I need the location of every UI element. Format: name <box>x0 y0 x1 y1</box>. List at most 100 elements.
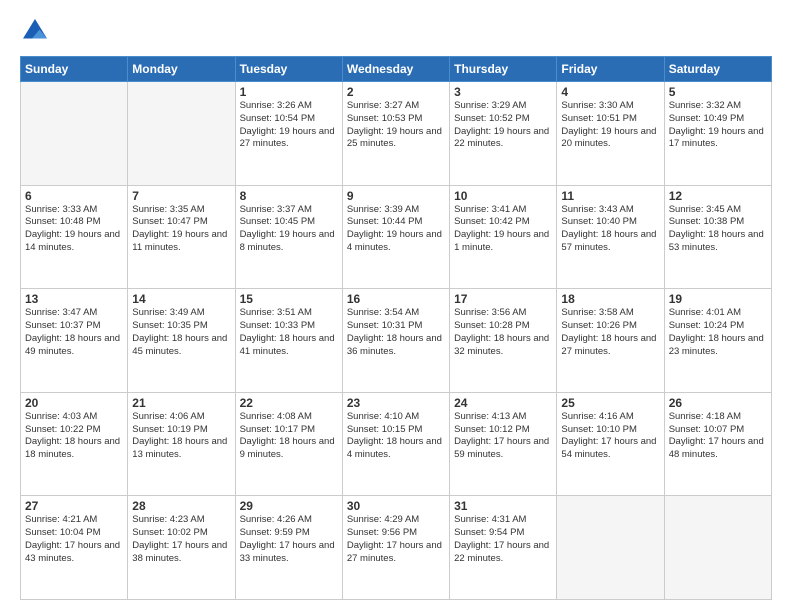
calendar-cell: 26Sunrise: 4:18 AM Sunset: 10:07 PM Dayl… <box>664 392 771 496</box>
day-number: 25 <box>561 396 659 410</box>
day-info: Sunrise: 4:06 AM Sunset: 10:19 PM Daylig… <box>132 411 230 462</box>
weekday-header: Thursday <box>450 57 557 82</box>
day-number: 10 <box>454 189 552 203</box>
day-number: 19 <box>669 292 767 306</box>
calendar-week-row: 6Sunrise: 3:33 AM Sunset: 10:48 PM Dayli… <box>21 185 772 289</box>
calendar-cell: 29Sunrise: 4:26 AM Sunset: 9:59 PM Dayli… <box>235 496 342 600</box>
day-number: 11 <box>561 189 659 203</box>
weekday-header: Saturday <box>664 57 771 82</box>
day-info: Sunrise: 3:56 AM Sunset: 10:28 PM Daylig… <box>454 307 552 358</box>
calendar-cell: 22Sunrise: 4:08 AM Sunset: 10:17 PM Dayl… <box>235 392 342 496</box>
calendar-cell: 30Sunrise: 4:29 AM Sunset: 9:56 PM Dayli… <box>342 496 449 600</box>
day-number: 22 <box>240 396 338 410</box>
calendar-cell: 5Sunrise: 3:32 AM Sunset: 10:49 PM Dayli… <box>664 82 771 186</box>
calendar-cell: 13Sunrise: 3:47 AM Sunset: 10:37 PM Dayl… <box>21 289 128 393</box>
day-number: 2 <box>347 85 445 99</box>
day-info: Sunrise: 4:29 AM Sunset: 9:56 PM Dayligh… <box>347 514 445 565</box>
page: SundayMondayTuesdayWednesdayThursdayFrid… <box>0 0 792 612</box>
day-info: Sunrise: 3:37 AM Sunset: 10:45 PM Daylig… <box>240 204 338 255</box>
day-number: 29 <box>240 499 338 513</box>
calendar-cell: 19Sunrise: 4:01 AM Sunset: 10:24 PM Dayl… <box>664 289 771 393</box>
calendar-cell: 27Sunrise: 4:21 AM Sunset: 10:04 PM Dayl… <box>21 496 128 600</box>
day-info: Sunrise: 3:26 AM Sunset: 10:54 PM Daylig… <box>240 100 338 151</box>
weekday-header: Wednesday <box>342 57 449 82</box>
day-info: Sunrise: 3:27 AM Sunset: 10:53 PM Daylig… <box>347 100 445 151</box>
calendar-cell <box>128 82 235 186</box>
calendar-cell: 17Sunrise: 3:56 AM Sunset: 10:28 PM Dayl… <box>450 289 557 393</box>
day-number: 31 <box>454 499 552 513</box>
calendar-cell: 8Sunrise: 3:37 AM Sunset: 10:45 PM Dayli… <box>235 185 342 289</box>
day-number: 14 <box>132 292 230 306</box>
day-number: 18 <box>561 292 659 306</box>
day-info: Sunrise: 4:31 AM Sunset: 9:54 PM Dayligh… <box>454 514 552 565</box>
calendar-cell: 1Sunrise: 3:26 AM Sunset: 10:54 PM Dayli… <box>235 82 342 186</box>
calendar-cell: 11Sunrise: 3:43 AM Sunset: 10:40 PM Dayl… <box>557 185 664 289</box>
day-info: Sunrise: 4:18 AM Sunset: 10:07 PM Daylig… <box>669 411 767 462</box>
calendar-cell <box>21 82 128 186</box>
calendar-cell: 3Sunrise: 3:29 AM Sunset: 10:52 PM Dayli… <box>450 82 557 186</box>
day-info: Sunrise: 4:23 AM Sunset: 10:02 PM Daylig… <box>132 514 230 565</box>
day-number: 16 <box>347 292 445 306</box>
day-number: 26 <box>669 396 767 410</box>
calendar-cell: 18Sunrise: 3:58 AM Sunset: 10:26 PM Dayl… <box>557 289 664 393</box>
calendar-week-row: 1Sunrise: 3:26 AM Sunset: 10:54 PM Dayli… <box>21 82 772 186</box>
day-info: Sunrise: 3:32 AM Sunset: 10:49 PM Daylig… <box>669 100 767 151</box>
day-number: 30 <box>347 499 445 513</box>
calendar-table: SundayMondayTuesdayWednesdayThursdayFrid… <box>20 56 772 600</box>
calendar-cell: 23Sunrise: 4:10 AM Sunset: 10:15 PM Dayl… <box>342 392 449 496</box>
calendar-week-row: 13Sunrise: 3:47 AM Sunset: 10:37 PM Dayl… <box>21 289 772 393</box>
calendar-cell: 2Sunrise: 3:27 AM Sunset: 10:53 PM Dayli… <box>342 82 449 186</box>
day-number: 13 <box>25 292 123 306</box>
calendar-cell: 25Sunrise: 4:16 AM Sunset: 10:10 PM Dayl… <box>557 392 664 496</box>
day-info: Sunrise: 3:39 AM Sunset: 10:44 PM Daylig… <box>347 204 445 255</box>
calendar-cell: 21Sunrise: 4:06 AM Sunset: 10:19 PM Dayl… <box>128 392 235 496</box>
day-info: Sunrise: 4:26 AM Sunset: 9:59 PM Dayligh… <box>240 514 338 565</box>
calendar-cell <box>557 496 664 600</box>
calendar-week-row: 20Sunrise: 4:03 AM Sunset: 10:22 PM Dayl… <box>21 392 772 496</box>
day-info: Sunrise: 3:33 AM Sunset: 10:48 PM Daylig… <box>25 204 123 255</box>
day-number: 3 <box>454 85 552 99</box>
weekday-header: Friday <box>557 57 664 82</box>
day-number: 15 <box>240 292 338 306</box>
weekday-header: Tuesday <box>235 57 342 82</box>
calendar-cell: 12Sunrise: 3:45 AM Sunset: 10:38 PM Dayl… <box>664 185 771 289</box>
day-info: Sunrise: 3:54 AM Sunset: 10:31 PM Daylig… <box>347 307 445 358</box>
day-info: Sunrise: 3:51 AM Sunset: 10:33 PM Daylig… <box>240 307 338 358</box>
calendar-cell: 31Sunrise: 4:31 AM Sunset: 9:54 PM Dayli… <box>450 496 557 600</box>
day-number: 6 <box>25 189 123 203</box>
calendar-cell: 7Sunrise: 3:35 AM Sunset: 10:47 PM Dayli… <box>128 185 235 289</box>
calendar-cell: 6Sunrise: 3:33 AM Sunset: 10:48 PM Dayli… <box>21 185 128 289</box>
day-number: 21 <box>132 396 230 410</box>
day-number: 8 <box>240 189 338 203</box>
calendar-cell: 10Sunrise: 3:41 AM Sunset: 10:42 PM Dayl… <box>450 185 557 289</box>
day-number: 4 <box>561 85 659 99</box>
day-info: Sunrise: 3:47 AM Sunset: 10:37 PM Daylig… <box>25 307 123 358</box>
calendar-week-row: 27Sunrise: 4:21 AM Sunset: 10:04 PM Dayl… <box>21 496 772 600</box>
day-number: 1 <box>240 85 338 99</box>
day-info: Sunrise: 3:43 AM Sunset: 10:40 PM Daylig… <box>561 204 659 255</box>
day-info: Sunrise: 3:58 AM Sunset: 10:26 PM Daylig… <box>561 307 659 358</box>
day-number: 28 <box>132 499 230 513</box>
day-number: 12 <box>669 189 767 203</box>
day-info: Sunrise: 3:29 AM Sunset: 10:52 PM Daylig… <box>454 100 552 151</box>
day-info: Sunrise: 3:41 AM Sunset: 10:42 PM Daylig… <box>454 204 552 255</box>
day-info: Sunrise: 4:03 AM Sunset: 10:22 PM Daylig… <box>25 411 123 462</box>
calendar-cell <box>664 496 771 600</box>
day-info: Sunrise: 4:10 AM Sunset: 10:15 PM Daylig… <box>347 411 445 462</box>
calendar-cell: 16Sunrise: 3:54 AM Sunset: 10:31 PM Dayl… <box>342 289 449 393</box>
calendar-cell: 9Sunrise: 3:39 AM Sunset: 10:44 PM Dayli… <box>342 185 449 289</box>
day-info: Sunrise: 3:49 AM Sunset: 10:35 PM Daylig… <box>132 307 230 358</box>
day-info: Sunrise: 4:21 AM Sunset: 10:04 PM Daylig… <box>25 514 123 565</box>
logo-icon <box>20 16 50 46</box>
day-number: 7 <box>132 189 230 203</box>
day-info: Sunrise: 4:01 AM Sunset: 10:24 PM Daylig… <box>669 307 767 358</box>
calendar-cell: 20Sunrise: 4:03 AM Sunset: 10:22 PM Dayl… <box>21 392 128 496</box>
calendar-cell: 14Sunrise: 3:49 AM Sunset: 10:35 PM Dayl… <box>128 289 235 393</box>
logo <box>20 16 54 46</box>
calendar-cell: 28Sunrise: 4:23 AM Sunset: 10:02 PM Dayl… <box>128 496 235 600</box>
day-number: 23 <box>347 396 445 410</box>
day-number: 27 <box>25 499 123 513</box>
day-number: 17 <box>454 292 552 306</box>
day-number: 24 <box>454 396 552 410</box>
day-info: Sunrise: 3:30 AM Sunset: 10:51 PM Daylig… <box>561 100 659 151</box>
